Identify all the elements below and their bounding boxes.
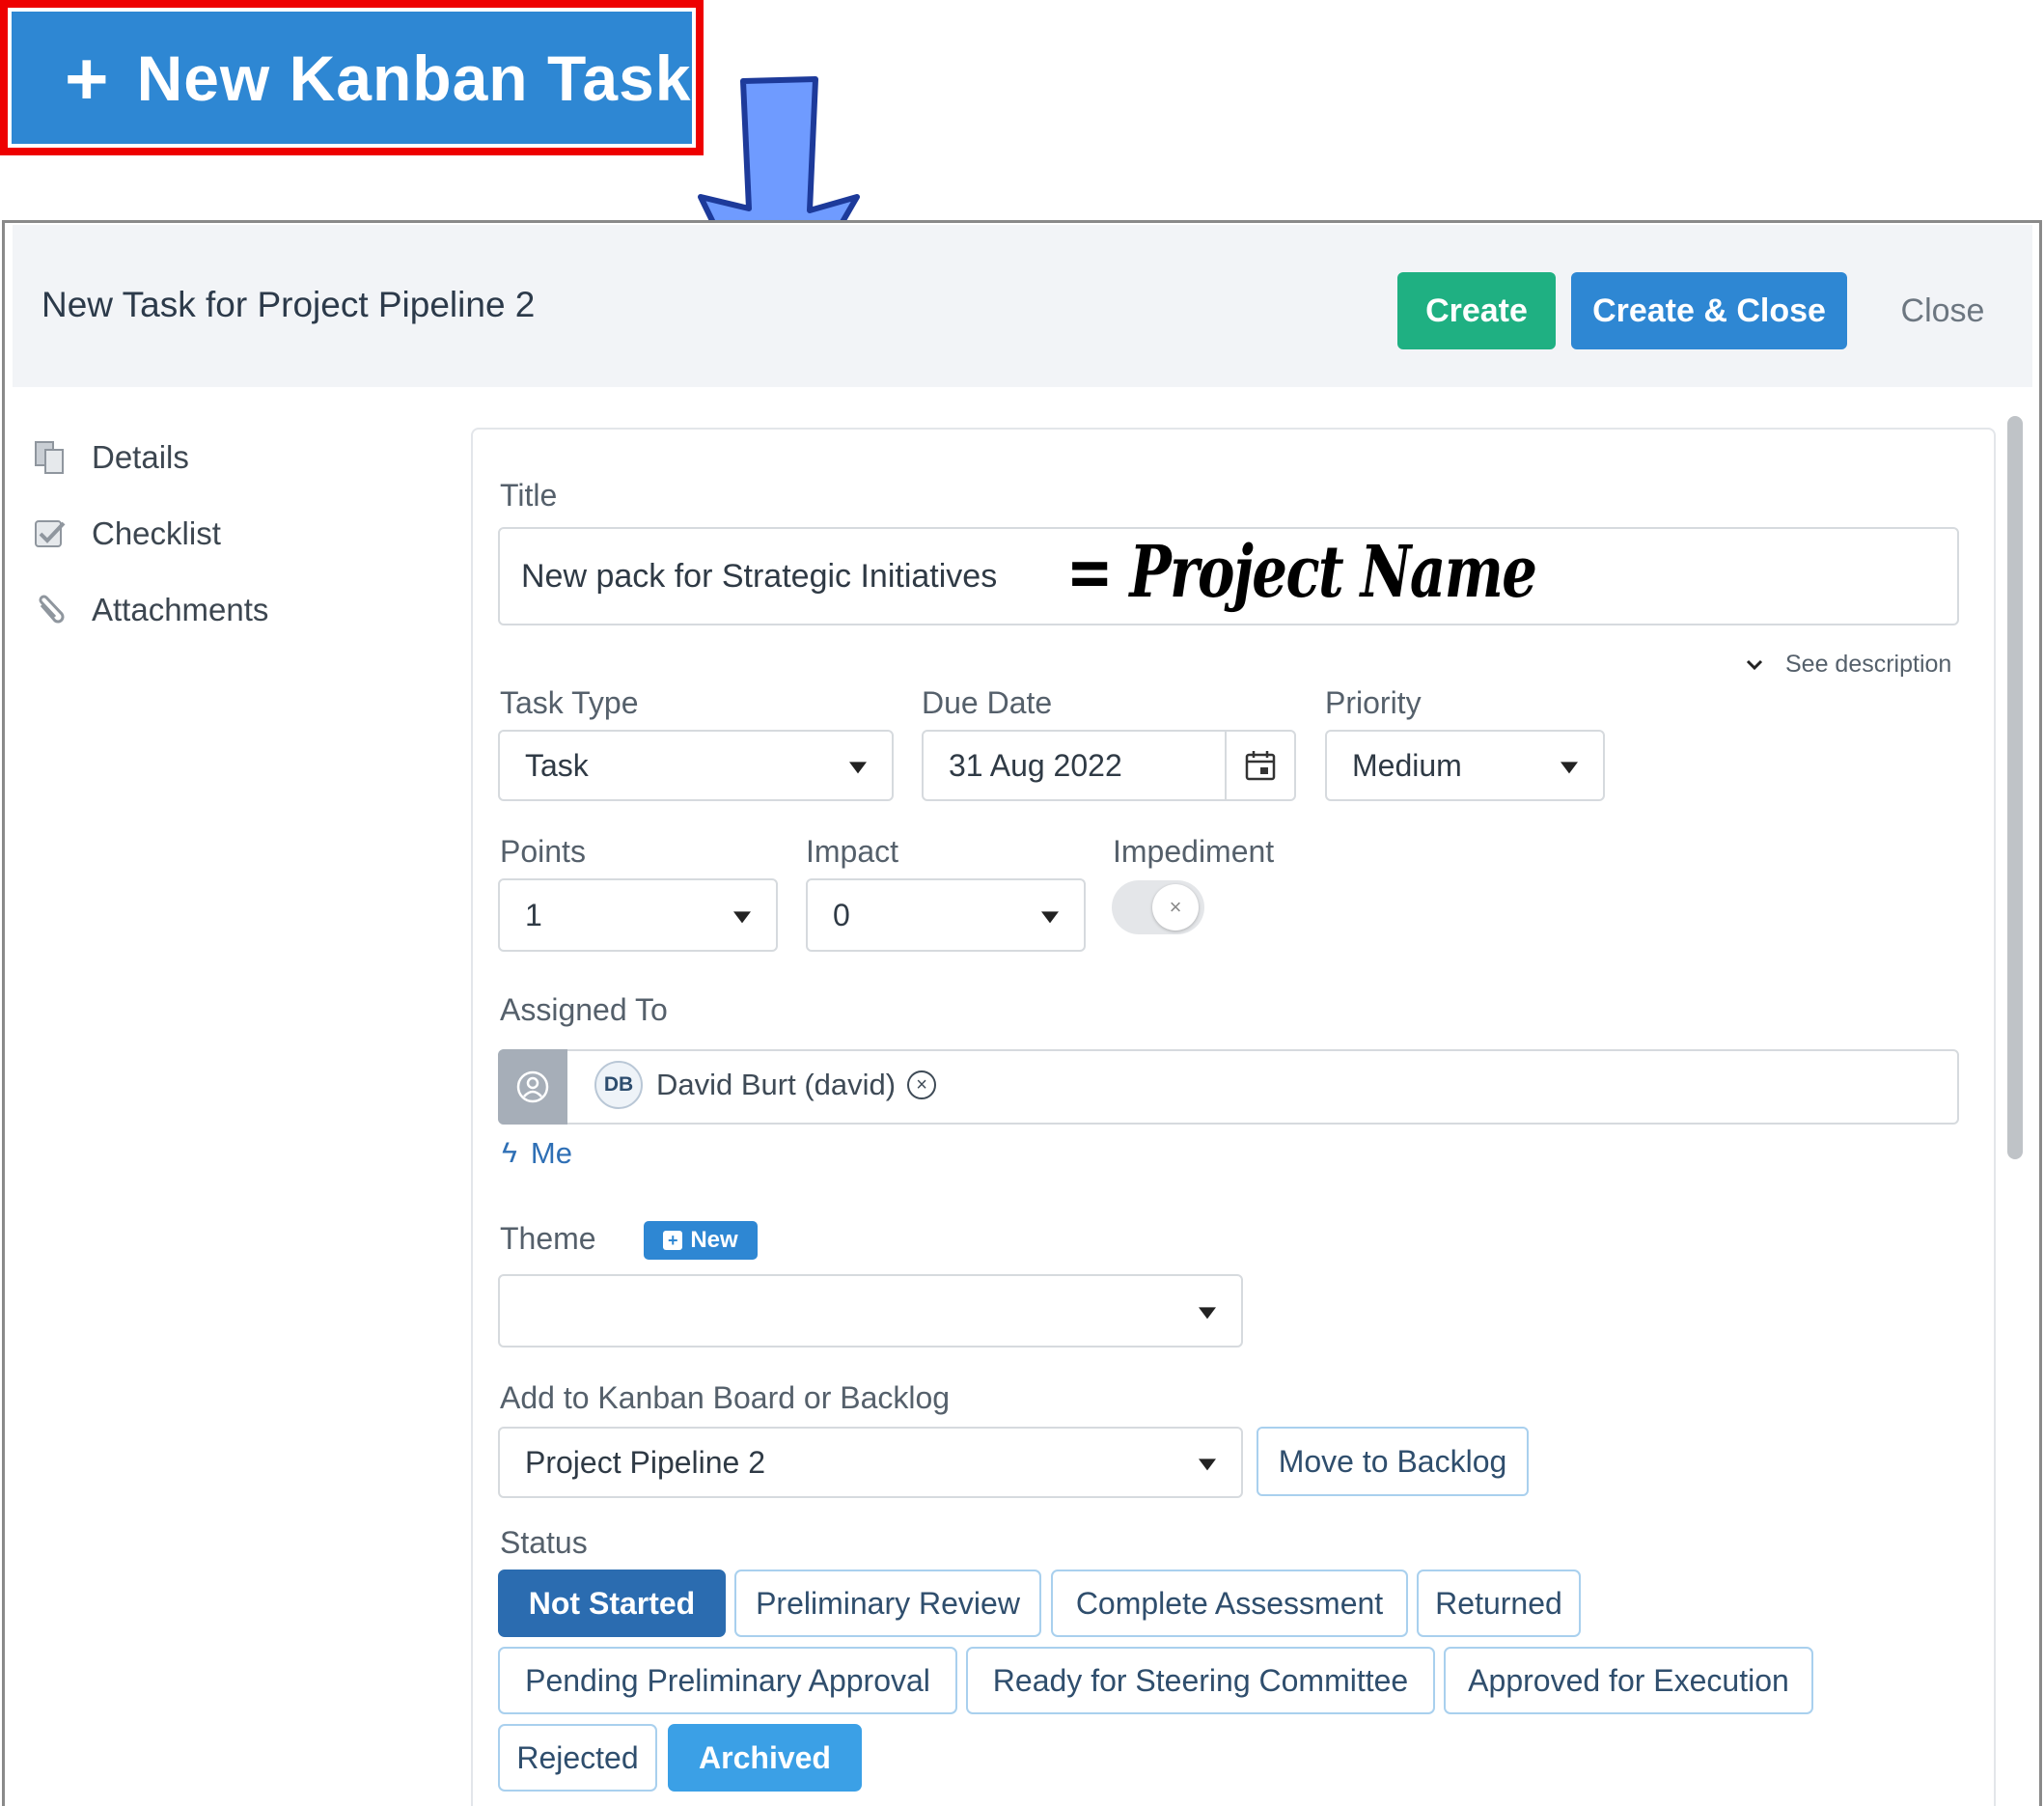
status-option-pending-preliminary-approval[interactable]: Pending Preliminary Approval [498, 1647, 957, 1714]
plus-square-icon: + [663, 1231, 683, 1250]
impediment-toggle[interactable]: × [1112, 880, 1204, 934]
impact-label: Impact [806, 834, 899, 869]
create-button[interactable]: Create [1397, 272, 1556, 349]
caret-down-icon [1561, 762, 1578, 774]
caret-down-icon [1041, 911, 1059, 924]
task-type-label: Task Type [500, 685, 639, 720]
checkbox-icon [32, 515, 69, 552]
sidebar-item-details[interactable]: Details [32, 433, 189, 482]
priority-select[interactable]: Medium [1325, 730, 1605, 801]
new-task-dialog: New Task for Project Pipeline 2 Create C… [2, 220, 2042, 1806]
chevron-down-icon [1746, 659, 1763, 670]
remove-assignee-icon[interactable]: × [907, 1070, 937, 1099]
close-button[interactable]: Close [1875, 272, 2010, 349]
new-kanban-task-label: New Kanban Task [136, 42, 692, 114]
board-select[interactable]: Project Pipeline 2 [498, 1427, 1243, 1498]
impediment-label: Impediment [1113, 834, 1275, 869]
see-description-toggle[interactable]: See description [1745, 651, 1951, 679]
status-option-ready-for-steering-committee[interactable]: Ready for Steering Committee [966, 1647, 1435, 1714]
status-option-returned[interactable]: Returned [1417, 1570, 1581, 1637]
assign-me-link[interactable]: ϟ Me [502, 1136, 572, 1171]
theme-label: Theme [500, 1221, 596, 1256]
title-label: Title [500, 478, 558, 513]
new-kanban-task-button[interactable]: + New Kanban Task [12, 12, 692, 144]
points-value: 1 [525, 897, 542, 932]
priority-label: Priority [1325, 685, 1422, 720]
status-option-complete-assessment[interactable]: Complete Assessment [1051, 1570, 1408, 1637]
dialog-title: New Task for Project Pipeline 2 [41, 285, 536, 324]
assignee-chip: DB David Burt (david) × [594, 1061, 937, 1109]
calendar-icon[interactable] [1225, 732, 1294, 799]
title-value: New pack for Strategic Initiatives [521, 557, 998, 595]
board-label: Add to Kanban Board or Backlog [500, 1380, 951, 1415]
close-icon: × [1152, 884, 1199, 931]
board-value: Project Pipeline 2 [525, 1444, 766, 1480]
dialog-header: New Task for Project Pipeline 2 Create C… [13, 225, 2032, 387]
paperclip-icon [32, 592, 69, 628]
move-to-backlog-button[interactable]: Move to Backlog [1257, 1427, 1529, 1496]
due-date-label: Due Date [922, 685, 1053, 720]
task-type-select[interactable]: Task [498, 730, 894, 801]
sidebar-item-label: Attachments [92, 592, 269, 627]
avatar: DB [594, 1061, 643, 1109]
new-theme-label: New [690, 1227, 738, 1253]
handwritten-annotation: = Project Name [1066, 531, 1537, 614]
caret-down-icon [1199, 1459, 1216, 1471]
plus-icon: + [65, 35, 110, 121]
assigned-to-label: Assigned To [500, 992, 668, 1027]
caret-down-icon [733, 911, 751, 924]
sidebar-item-label: Details [92, 439, 189, 475]
impact-value: 0 [833, 897, 850, 932]
caret-down-icon [1199, 1307, 1216, 1320]
user-picker-icon[interactable] [498, 1049, 567, 1125]
sidebar-item-label: Checklist [92, 515, 221, 551]
create-and-close-button[interactable]: Create & Close [1571, 272, 1847, 349]
sidebar-item-attachments[interactable]: Attachments [32, 586, 268, 634]
new-theme-button[interactable]: + New [644, 1221, 758, 1260]
document-icon [32, 439, 69, 476]
points-label: Points [500, 834, 586, 869]
sidebar-item-checklist[interactable]: Checklist [32, 510, 221, 558]
points-select[interactable]: 1 [498, 878, 778, 952]
status-option-not-started[interactable]: Not Started [498, 1570, 726, 1637]
status-option-preliminary-review[interactable]: Preliminary Review [734, 1570, 1041, 1637]
see-description-label: See description [1785, 651, 1952, 678]
theme-select[interactable] [498, 1274, 1243, 1348]
status-label: Status [500, 1525, 588, 1560]
status-option-archived[interactable]: Archived [668, 1724, 862, 1792]
due-date-value: 31 Aug 2022 [949, 747, 1122, 783]
assignee-name: David Burt (david) [656, 1068, 897, 1101]
task-type-value: Task [525, 747, 589, 783]
me-label: Me [530, 1136, 572, 1170]
priority-value: Medium [1352, 747, 1462, 783]
assigned-to-input[interactable]: DB David Burt (david) × [498, 1049, 1959, 1125]
status-option-rejected[interactable]: Rejected [498, 1724, 657, 1792]
due-date-input[interactable]: 31 Aug 2022 [922, 730, 1296, 801]
status-option-approved-for-execution[interactable]: Approved for Execution [1444, 1647, 1813, 1714]
form-scrollbar[interactable] [2007, 416, 2023, 1159]
lightning-icon: ϟ [502, 1137, 517, 1169]
impact-select[interactable]: 0 [806, 878, 1086, 952]
caret-down-icon [849, 762, 867, 774]
